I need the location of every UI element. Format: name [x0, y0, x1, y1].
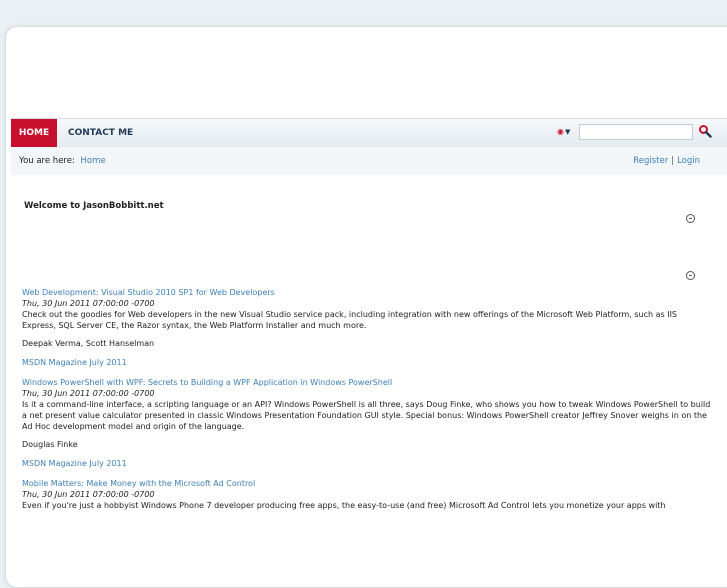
feed-item: Windows PowerShell with WPF: Secrets to …	[22, 377, 712, 469]
feed-item: Web Development: Visual Studio 2010 SP1 …	[22, 287, 712, 368]
language-flag-icon: ◉	[557, 127, 564, 136]
feed-item-title[interactable]: Windows PowerShell with WPF: Secrets to …	[22, 377, 712, 388]
feed-item-date: Thu, 30 Jun 2011 07:00:00 -0700	[22, 389, 155, 398]
feed-item-description: Check out the goodies for Web developers…	[22, 310, 678, 330]
feed-item-description: Is it a command-line interface, a script…	[22, 400, 711, 431]
feed-item-description: Even if you're just a hobbyist Windows P…	[22, 501, 666, 510]
feed-item-source[interactable]: MSDN Magazine July 2011	[22, 357, 712, 368]
language-selector[interactable]: ◉▼	[557, 127, 570, 136]
welcome-heading: Welcome to JasonBobbitt.net	[24, 201, 164, 211]
search-input[interactable]	[579, 124, 693, 140]
nav-home-tab[interactable]: HOME	[11, 119, 57, 147]
chevron-down-icon: ▼	[564, 128, 571, 136]
feed-item-authors: Douglas Finke	[22, 440, 78, 449]
login-link[interactable]: Login	[677, 156, 700, 166]
collapse-icon[interactable]	[686, 271, 695, 280]
feed-item-title[interactable]: Mobile Matters: Make Money with the Micr…	[22, 478, 712, 489]
feed-item-date: Thu, 30 Jun 2011 07:00:00 -0700	[22, 299, 155, 308]
main-nav: HOME CONTACT ME ◉▼	[11, 118, 727, 148]
feed-item-authors: Deepak Verma, Scott Hanselman	[22, 339, 155, 348]
auth-links: Register | Login	[633, 147, 700, 175]
feed-item-title[interactable]: Web Development: Visual Studio 2010 SP1 …	[22, 287, 712, 298]
breadcrumb-container: You are here: Home	[19, 147, 106, 175]
rss-feed: Web Development: Visual Studio 2010 SP1 …	[22, 287, 712, 511]
collapse-icon[interactable]	[686, 214, 695, 223]
search-icon[interactable]	[698, 124, 712, 138]
nav-contact-tab[interactable]: CONTACT ME	[68, 119, 133, 147]
breadcrumb: You are here: Home Register | Login	[11, 147, 727, 175]
breadcrumb-label: You are here:	[19, 156, 75, 166]
auth-separator: |	[671, 156, 675, 166]
feed-item: Mobile Matters: Make Money with the Micr…	[22, 478, 712, 511]
breadcrumb-home-link[interactable]: Home	[81, 156, 106, 166]
register-link[interactable]: Register	[633, 156, 668, 166]
feed-item-date: Thu, 30 Jun 2011 07:00:00 -0700	[22, 490, 155, 499]
feed-item-source[interactable]: MSDN Magazine July 2011	[22, 458, 712, 469]
